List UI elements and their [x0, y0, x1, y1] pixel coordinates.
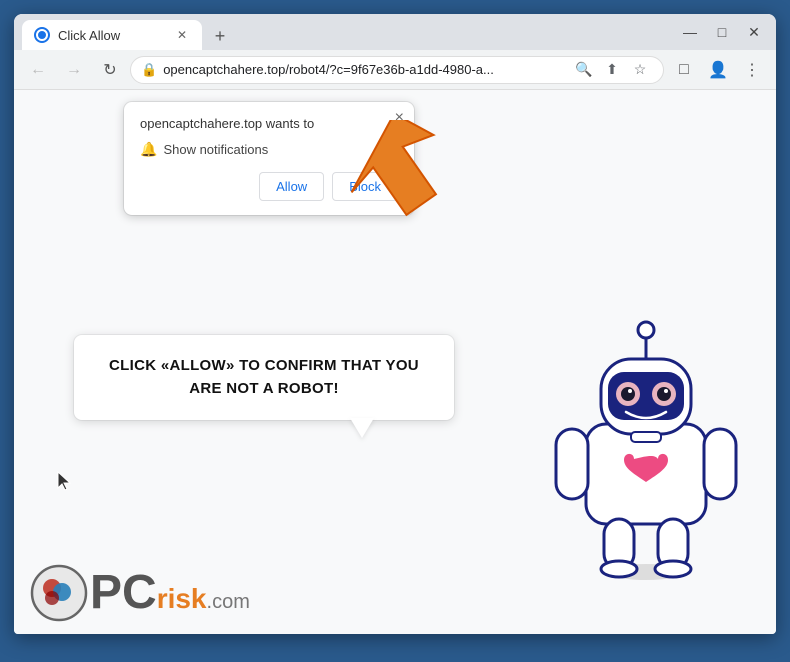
url-text: opencaptchahere.top/robot4/?c=9f67e36b-a… [163, 62, 565, 77]
allow-button[interactable]: Allow [259, 172, 324, 201]
browser-window: Click Allow ✕ + — □ ✕ ← → ↻ 🔒 opencaptch… [14, 14, 776, 634]
back-button[interactable]: ← [22, 54, 54, 86]
menu-icon[interactable]: ⋮ [736, 54, 768, 86]
show-notifications-label: Show notifications [163, 142, 268, 157]
address-actions: 🔍 ⬆ ☆ [571, 57, 653, 83]
toolbar-right: □ 👤 ⋮ [668, 54, 768, 86]
arrow-container [344, 120, 464, 245]
bell-icon: 🔔 [140, 141, 157, 158]
minimize-button[interactable]: — [676, 18, 704, 46]
speech-bubble: CLICK «ALLOW» TO CONFIRM THAT YOU ARE NO… [74, 335, 454, 420]
maximize-button[interactable]: □ [708, 18, 736, 46]
extensions-icon[interactable]: □ [668, 54, 700, 86]
pc-risk: risk [157, 583, 207, 614]
address-bar[interactable]: 🔒 opencaptchahere.top/robot4/?c=9f67e36b… [130, 56, 664, 84]
tab-title: Click Allow [58, 28, 120, 43]
close-button[interactable]: ✕ [740, 18, 768, 46]
reload-button[interactable]: ↻ [94, 54, 126, 86]
bookmark-icon[interactable]: ☆ [627, 57, 653, 83]
tab-strip: Click Allow ✕ + [22, 14, 668, 50]
lock-icon: 🔒 [141, 62, 157, 78]
forward-button[interactable]: → [58, 54, 90, 86]
robot-illustration [546, 304, 746, 584]
profile-icon[interactable]: 👤 [702, 54, 734, 86]
tab-close-button[interactable]: ✕ [174, 27, 190, 43]
navigation-bar: ← → ↻ 🔒 opencaptchahere.top/robot4/?c=9f… [14, 50, 776, 90]
pc-letters: PC [90, 566, 157, 619]
mouse-cursor [56, 470, 76, 500]
window-controls: — □ ✕ [676, 18, 768, 46]
share-icon[interactable]: ⬆ [599, 57, 625, 83]
page-content: × opencaptchahere.top wants to 🔔 Show no… [14, 90, 776, 634]
active-tab[interactable]: Click Allow ✕ [22, 20, 202, 50]
new-tab-button[interactable]: + [206, 22, 234, 50]
title-bar: Click Allow ✕ + — □ ✕ [14, 14, 776, 50]
robot-svg [546, 304, 746, 584]
orange-arrow-icon [344, 120, 464, 240]
pcrisk-magnifier-icon [30, 564, 88, 622]
pcrisk-logo: PCrisk.com [30, 564, 250, 622]
pcrisk-text: PCrisk.com [90, 569, 250, 617]
search-icon[interactable]: 🔍 [571, 57, 597, 83]
bubble-text: CLICK «ALLOW» TO CONFIRM THAT YOU ARE NO… [98, 355, 430, 400]
tab-favicon [34, 27, 50, 43]
pc-com: .com [207, 591, 250, 613]
